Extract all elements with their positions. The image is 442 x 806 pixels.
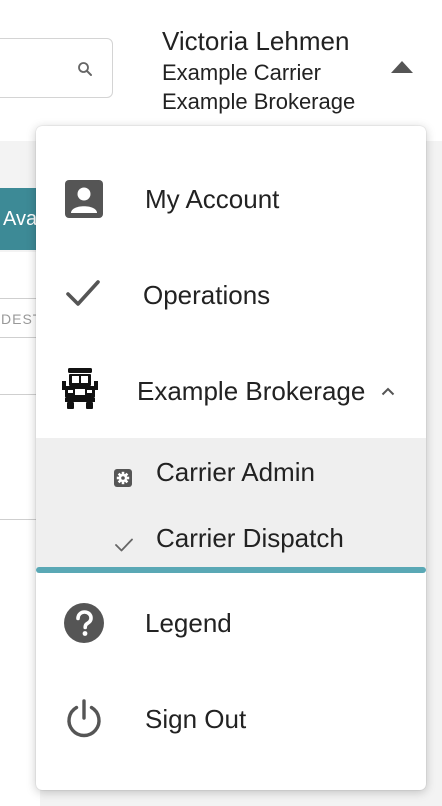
destination-column-header: DEST xyxy=(0,298,40,338)
submenu-item-carrier-dispatch[interactable]: Carrier Dispatch xyxy=(36,506,426,570)
section-divider xyxy=(36,567,426,573)
gear-icon xyxy=(114,469,132,487)
available-button-label: Ava xyxy=(3,208,38,230)
row-divider xyxy=(0,519,40,520)
menu-item-legend[interactable]: Legend xyxy=(36,576,426,672)
menu-item-label: Example Brokerage xyxy=(137,376,366,406)
submenu-item-label: Carrier Dispatch xyxy=(156,523,344,553)
user-menu-toggle[interactable]: Victoria Lehmen Example Carrier Example … xyxy=(162,24,422,116)
power-icon xyxy=(67,699,101,738)
checkmark-icon xyxy=(66,280,100,306)
search-input[interactable] xyxy=(0,38,113,98)
account-box-icon xyxy=(65,180,103,218)
search-icon[interactable] xyxy=(76,60,94,78)
brokerage-submenu: Carrier Admin Carrier Dispatch xyxy=(36,438,426,568)
user-brokerage: Example Brokerage xyxy=(162,89,356,114)
help-circle-icon xyxy=(64,603,104,643)
available-button[interactable]: Ava xyxy=(0,188,40,250)
truck-icon xyxy=(62,368,98,409)
menu-item-operations[interactable]: Operations xyxy=(36,246,426,342)
submenu-item-label: Carrier Admin xyxy=(156,457,315,487)
checkmark-icon xyxy=(115,538,133,552)
row-divider xyxy=(0,394,40,395)
menu-item-brokerage[interactable]: Example Brokerage xyxy=(36,342,426,438)
menu-item-label: Operations xyxy=(143,280,271,310)
menu-item-label: Sign Out xyxy=(145,704,247,734)
menu-item-my-account[interactable]: My Account xyxy=(36,150,426,246)
menu-item-sign-out[interactable]: Sign Out xyxy=(36,672,426,768)
user-dropdown-menu: My Account Operations Example Brokerage xyxy=(36,126,426,790)
chevron-up-icon[interactable] xyxy=(381,387,395,396)
menu-item-label: My Account xyxy=(145,184,280,214)
user-name: Victoria Lehmen xyxy=(162,26,350,56)
menu-item-label: Legend xyxy=(145,608,232,638)
user-carrier: Example Carrier xyxy=(162,60,321,85)
submenu-item-carrier-admin[interactable]: Carrier Admin xyxy=(36,440,426,504)
caret-up-icon[interactable] xyxy=(391,61,413,73)
